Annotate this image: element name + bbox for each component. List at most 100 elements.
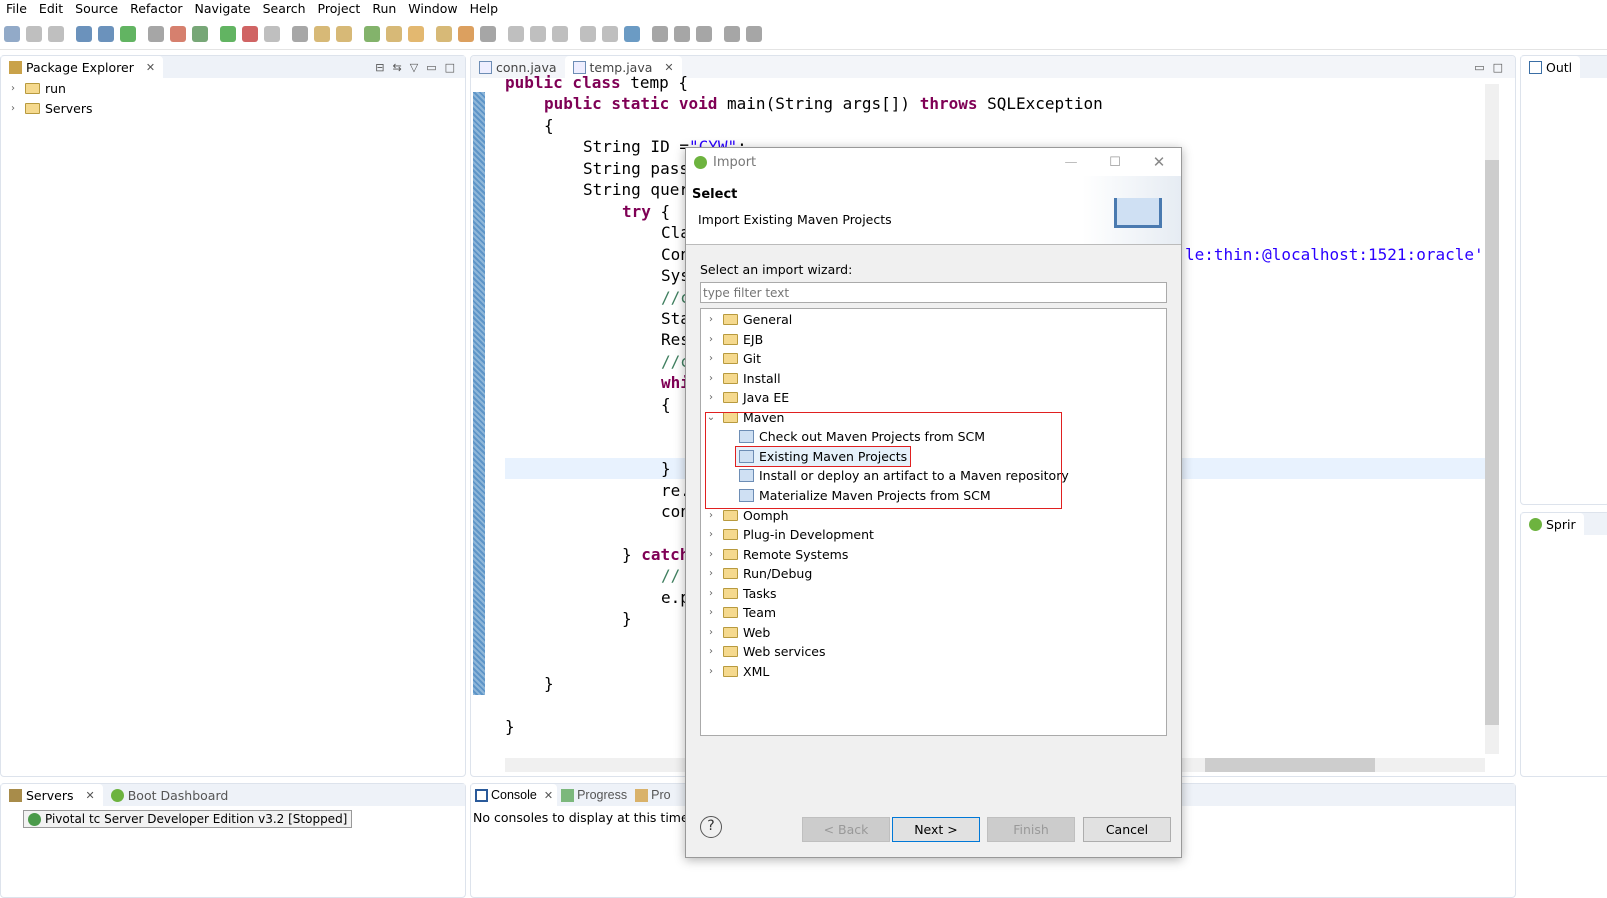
maximize-icon[interactable]: □ xyxy=(1493,61,1503,74)
chevron-right-icon[interactable]: › xyxy=(705,646,717,657)
toolbar-button-icon[interactable] xyxy=(674,25,690,42)
toolbar-button-icon[interactable] xyxy=(364,25,380,42)
toolbar-button-icon[interactable] xyxy=(696,25,712,42)
minimize-icon[interactable]: ▭ xyxy=(426,61,436,74)
menu-navigate[interactable]: Navigate xyxy=(189,0,257,17)
toolbar-button-icon[interactable] xyxy=(530,25,546,42)
chevron-right-icon[interactable]: › xyxy=(705,334,717,345)
toolbar-button-icon[interactable] xyxy=(314,25,330,42)
close-icon[interactable]: ✕ xyxy=(86,789,95,802)
menu-refactor[interactable]: Refactor xyxy=(124,0,188,17)
chevron-right-icon[interactable]: › xyxy=(705,529,717,540)
toolbar-button-icon[interactable] xyxy=(652,25,668,42)
tree-item[interactable]: › Run/Debug xyxy=(705,564,812,583)
toolbar-button-icon[interactable] xyxy=(408,25,424,42)
menu-help[interactable]: Help xyxy=(464,0,505,17)
tree-item[interactable]: › Install xyxy=(705,369,781,388)
toolbar-button-icon[interactable] xyxy=(602,25,618,42)
vertical-scrollbar[interactable] xyxy=(1485,84,1499,754)
tree-item[interactable]: › General xyxy=(705,310,792,329)
chevron-right-icon[interactable]: › xyxy=(705,666,717,677)
tree-item[interactable]: › Git xyxy=(705,349,761,368)
wizard-tree[interactable]: › General › EJB › Git › Install › Java EE ⌄ Maven Ch… xyxy=(700,308,1167,736)
chevron-right-icon[interactable]: › xyxy=(705,314,717,325)
chevron-right-icon[interactable]: › xyxy=(705,353,717,364)
close-button[interactable]: ✕ xyxy=(1137,153,1181,171)
chevron-right-icon[interactable]: › xyxy=(705,568,717,579)
toolbar-button-icon[interactable] xyxy=(192,25,208,42)
toolbar-button-icon[interactable] xyxy=(552,25,568,42)
toolbar-button-icon[interactable] xyxy=(580,25,596,42)
toolbar-button-icon[interactable] xyxy=(508,25,524,42)
next-button[interactable]: Next > xyxy=(892,817,980,842)
tree-item[interactable]: › Tasks xyxy=(705,584,777,603)
chevron-right-icon[interactable]: › xyxy=(705,588,717,599)
toolbar-button-icon[interactable] xyxy=(292,25,308,42)
chevron-right-icon[interactable]: › xyxy=(705,373,717,384)
minimize-button[interactable]: — xyxy=(1049,155,1093,170)
tab-spring[interactable]: Sprir xyxy=(1521,513,1584,535)
toolbar-button-icon[interactable] xyxy=(148,25,164,42)
finish-button[interactable]: Finish xyxy=(987,817,1075,842)
menu-search[interactable]: Search xyxy=(257,0,312,17)
tab-console[interactable]: Console ✕ xyxy=(471,784,558,806)
menu-window[interactable]: Window xyxy=(402,0,463,17)
tab-outline[interactable]: Outl xyxy=(1521,56,1581,78)
tab-progress[interactable]: Progress xyxy=(557,784,631,806)
help-button[interactable]: ? xyxy=(700,816,722,838)
toolbar-button-icon[interactable] xyxy=(264,25,280,42)
chevron-right-icon[interactable]: › xyxy=(7,83,19,94)
tab-boot-dashboard[interactable]: Boot Dashboard xyxy=(103,784,237,806)
tree-item[interactable]: › Web services xyxy=(705,642,826,661)
chevron-right-icon[interactable]: › xyxy=(7,103,19,114)
chevron-right-icon[interactable]: › xyxy=(705,627,717,638)
tree-item-servers[interactable]: › Servers xyxy=(1,98,465,118)
tree-item[interactable]: › Web xyxy=(705,623,770,642)
toolbar-button-icon[interactable] xyxy=(4,25,20,42)
tab-problems[interactable]: Pro xyxy=(631,784,674,806)
toolbar-button-icon[interactable] xyxy=(480,25,496,42)
collapse-all-icon[interactable]: ⊟ xyxy=(375,61,384,74)
tab-servers[interactable]: Servers ✕ xyxy=(1,784,103,806)
toolbar-button-icon[interactable] xyxy=(120,25,136,42)
toolbar-button-icon[interactable] xyxy=(386,25,402,42)
toolbar-button-icon[interactable] xyxy=(624,25,640,42)
toolbar-button-icon[interactable] xyxy=(458,25,474,42)
toolbar-button-icon[interactable] xyxy=(242,25,258,42)
menu-run[interactable]: Run xyxy=(366,0,402,17)
toolbar-button-icon[interactable] xyxy=(170,25,186,42)
tree-item[interactable]: › EJB xyxy=(705,330,763,349)
maximize-button[interactable]: ☐ xyxy=(1093,155,1137,170)
maximize-icon[interactable]: □ xyxy=(445,61,455,74)
link-icon[interactable]: ⇆ xyxy=(393,61,402,74)
menu-file[interactable]: File xyxy=(0,0,33,17)
filter-input[interactable] xyxy=(700,282,1167,303)
view-menu-icon[interactable]: ▽ xyxy=(410,61,418,74)
close-icon[interactable]: ✕ xyxy=(544,789,553,802)
toolbar-button-icon[interactable] xyxy=(724,25,740,42)
tab-package-explorer[interactable]: Package Explorer ✕ xyxy=(1,56,164,78)
tree-item[interactable]: › Plug-in Development xyxy=(705,525,874,544)
close-icon[interactable]: ✕ xyxy=(146,61,155,74)
toolbar-button-icon[interactable] xyxy=(336,25,352,42)
toolbar-button-icon[interactable] xyxy=(48,25,64,42)
cancel-button[interactable]: Cancel xyxy=(1083,817,1171,842)
tree-item[interactable]: › Java EE xyxy=(705,388,789,407)
chevron-right-icon[interactable]: › xyxy=(705,510,717,521)
chevron-right-icon[interactable]: › xyxy=(705,607,717,618)
chevron-right-icon[interactable]: › xyxy=(705,549,717,560)
toolbar-button-icon[interactable] xyxy=(76,25,92,42)
menu-edit[interactable]: Edit xyxy=(33,0,69,17)
toolbar-button-icon[interactable] xyxy=(26,25,42,42)
toolbar-button-icon[interactable] xyxy=(220,25,236,42)
tree-item[interactable]: › XML xyxy=(705,662,769,681)
chevron-right-icon[interactable]: › xyxy=(705,392,717,403)
toolbar-button-icon[interactable] xyxy=(746,25,762,42)
tree-item[interactable]: › Remote Systems xyxy=(705,545,848,564)
tree-item-run[interactable]: › run xyxy=(1,78,465,98)
menu-source[interactable]: Source xyxy=(69,0,124,17)
back-button[interactable]: < Back xyxy=(802,817,890,842)
toolbar-button-icon[interactable] xyxy=(436,25,452,42)
toolbar-button-icon[interactable] xyxy=(98,25,114,42)
menu-project[interactable]: Project xyxy=(312,0,367,17)
